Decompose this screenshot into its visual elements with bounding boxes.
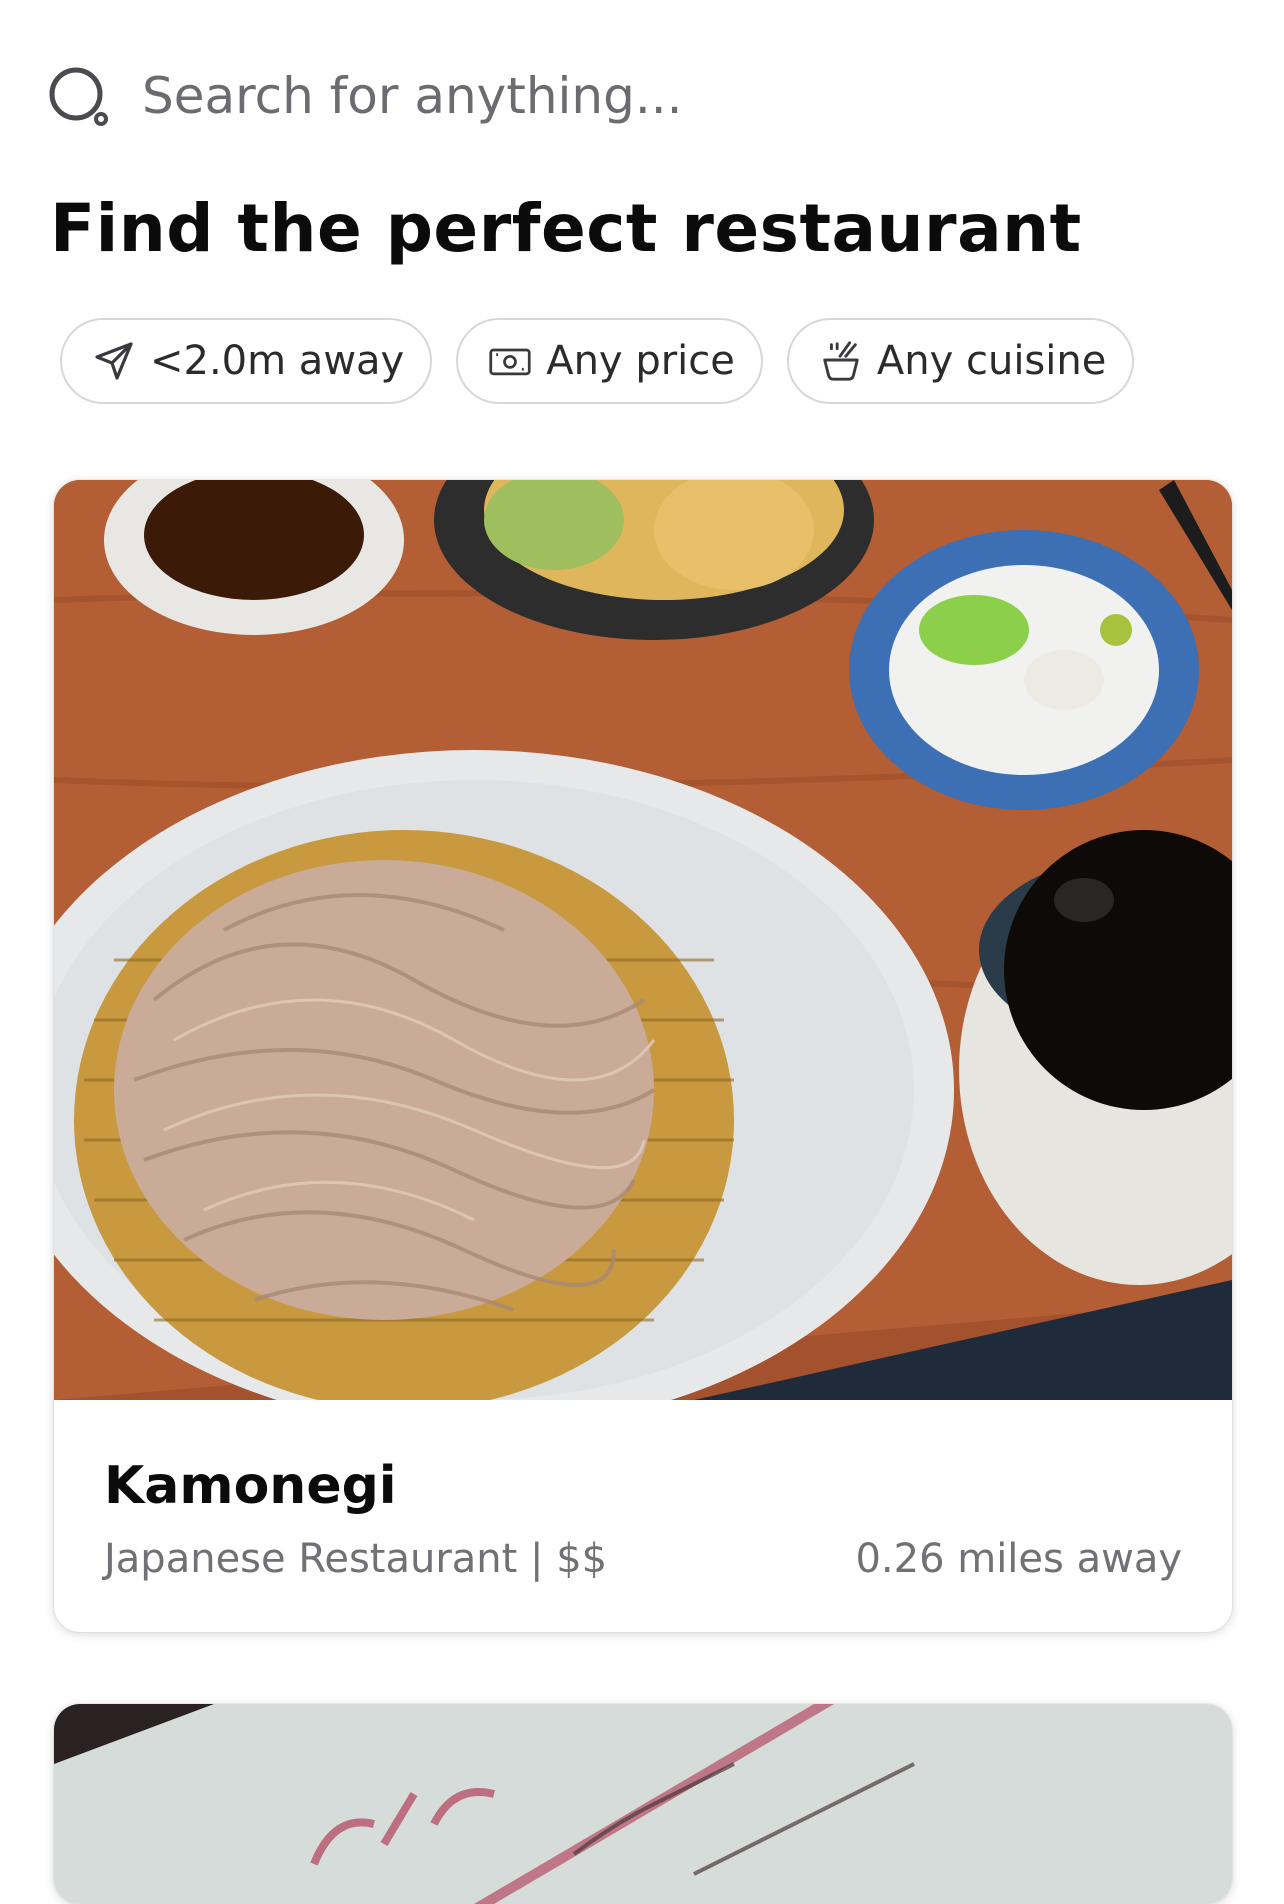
restaurant-card[interactable]	[54, 1704, 1232, 1904]
filter-distance-chip[interactable]: <2.0m away	[60, 318, 433, 404]
search-input[interactable]	[142, 64, 1042, 128]
restaurant-distance: 0.26 miles away	[855, 1536, 1182, 1582]
page-title: Find the perfect restaurant	[50, 190, 1082, 267]
menu-photo	[54, 1704, 1232, 1904]
restaurant-meta: Japanese Restaurant | $$	[104, 1536, 608, 1582]
location-arrow-icon	[92, 339, 136, 383]
filter-distance-label: <2.0m away	[150, 338, 405, 384]
cash-icon	[488, 339, 532, 383]
restaurant-name: Kamonegi	[104, 1456, 397, 1516]
restaurant-info: Kamonegi Japanese Restaurant | $$ 0.26 m…	[54, 1400, 1232, 1632]
filter-price-label: Any price	[546, 338, 735, 384]
filter-cuisine-chip[interactable]: Any cuisine	[786, 318, 1135, 404]
filter-chips: <2.0m away Any price Any cuisine	[60, 318, 1135, 404]
restaurant-card[interactable]: Kamonegi Japanese Restaurant | $$ 0.26 m…	[54, 480, 1232, 1632]
soba-noodles-photo	[54, 480, 1232, 1400]
filter-cuisine-label: Any cuisine	[876, 338, 1107, 384]
search-icon	[48, 64, 112, 128]
bowl-icon	[819, 339, 863, 383]
search-bar[interactable]	[48, 60, 1236, 132]
filter-price-chip[interactable]: Any price	[456, 318, 763, 404]
